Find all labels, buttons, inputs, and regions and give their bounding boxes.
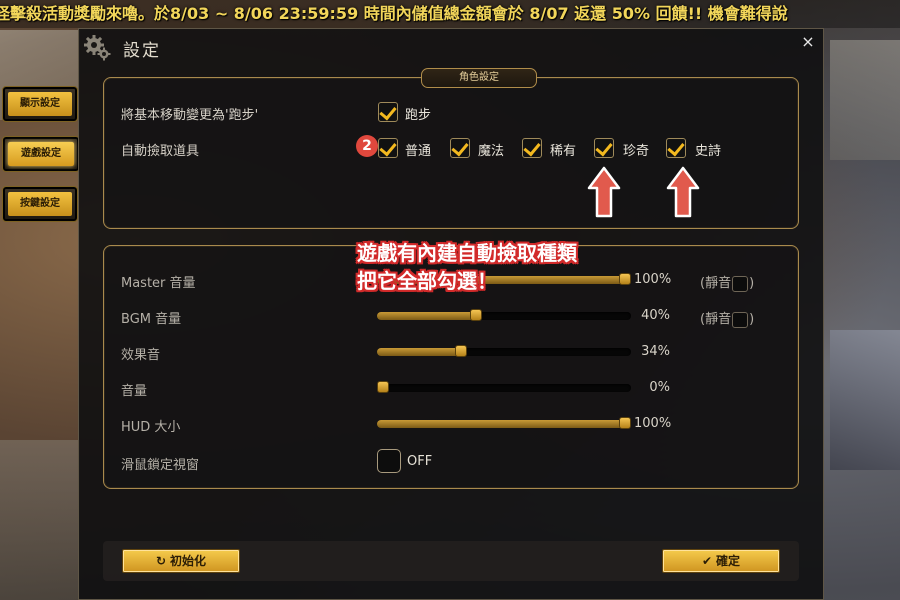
- mute-label: (靜音: [700, 276, 732, 291]
- effects-volume-label: 效果音: [121, 348, 161, 363]
- loot-magic-label: 魔法: [478, 144, 505, 159]
- walk-mode-label: 將基本移動變更為'跑步': [121, 108, 259, 123]
- mute-label: (靜音: [700, 312, 732, 327]
- master-volume-label: Master 音量: [121, 276, 196, 291]
- master-mute-toggle: (靜音): [700, 272, 754, 292]
- volume-value: 0%: [649, 380, 670, 395]
- loot-unique-checkbox[interactable]: [594, 138, 614, 158]
- mouse-lock-checkbox[interactable]: [377, 449, 401, 473]
- effects-volume-slider[interactable]: [377, 345, 631, 357]
- bgm-volume-value: 40%: [641, 308, 670, 323]
- loot-rare-label: 稀有: [550, 144, 577, 159]
- volume-slider[interactable]: [377, 381, 631, 393]
- run-checkbox[interactable]: [378, 102, 398, 122]
- hud-size-label: HUD 大小: [121, 420, 181, 435]
- loot-epic-checkbox[interactable]: [666, 138, 686, 158]
- slider-fill: [377, 348, 461, 356]
- bgm-mute-checkbox[interactable]: [732, 311, 749, 328]
- tab-key-settings[interactable]: 按鍵設定: [2, 186, 78, 222]
- annotation-line: 把它全部勾選！: [357, 269, 497, 293]
- check-mark-icon: [667, 138, 685, 157]
- window-titlebar: 設定 ×: [79, 29, 823, 63]
- slider-handle[interactable]: [377, 381, 389, 393]
- slider-fill: [377, 312, 476, 320]
- run-checkbox-label: 跑步: [405, 108, 432, 123]
- mouse-lock-state: OFF: [407, 454, 433, 469]
- loot-rare-checkbox[interactable]: [522, 138, 542, 158]
- slider-handle[interactable]: [470, 309, 482, 321]
- mouse-lock-label: 滑鼠鎖定視窗: [121, 458, 200, 473]
- confirm-button[interactable]: ✔ 確定: [662, 549, 780, 573]
- background-scenery: [0, 440, 80, 600]
- annotation-caption: 遊戲有內建自動撿取種類 把它全部勾選！: [357, 239, 577, 295]
- bgm-mute-toggle: (靜音): [700, 308, 754, 328]
- check-mark-icon: [379, 138, 397, 157]
- check-mark-icon: [379, 102, 397, 121]
- master-mute-checkbox[interactable]: [732, 275, 749, 292]
- background-scenery: [830, 40, 900, 160]
- check-mark-icon: [523, 138, 541, 157]
- announcement-marquee: 怪擊殺活動獎勵來嚕。於8/03 ~ 8/06 23:59:59 時間內儲值總金額…: [0, 0, 900, 28]
- close-icon[interactable]: ×: [799, 33, 817, 51]
- arrow-up-icon: [666, 166, 700, 218]
- mute-label-close: ): [749, 276, 755, 291]
- loot-normal-checkbox[interactable]: [378, 138, 398, 158]
- loot-unique-label: 珍奇: [623, 144, 650, 159]
- reset-button[interactable]: ↻ 初始化: [122, 549, 240, 573]
- annotation-line: 遊戲有內建自動撿取種類: [357, 241, 577, 265]
- slider-fill: [377, 420, 625, 428]
- bgm-volume-slider[interactable]: [377, 309, 631, 321]
- reset-icon: ↻: [155, 554, 167, 568]
- slider-handle[interactable]: [455, 345, 467, 357]
- slider-handle[interactable]: [619, 273, 631, 285]
- tab-label: 按鍵設定: [8, 192, 72, 216]
- confirm-button-label: 確定: [716, 554, 741, 568]
- step-number-badge: 2: [356, 135, 378, 157]
- character-settings-panel: 角色設定 將基本移動變更為'跑步' 跑步 自動撿取道具 2 普通 魔法 稀有 珍…: [103, 68, 799, 229]
- tab-game-settings[interactable]: 遊戲設定: [2, 136, 80, 172]
- announcement-text: 怪擊殺活動獎勵來嚕。於8/03 ~ 8/06 23:59:59 時間內儲值總金額…: [0, 4, 788, 23]
- slider-handle[interactable]: [619, 417, 631, 429]
- hud-size-value: 100%: [634, 416, 672, 431]
- tab-display-settings[interactable]: 顯示設定: [2, 86, 78, 122]
- background-scenery: [830, 330, 900, 470]
- loot-epic-label: 史詩: [695, 144, 722, 159]
- reset-button-label: 初始化: [170, 554, 207, 568]
- check-mark-icon: [451, 138, 469, 157]
- loot-magic-checkbox[interactable]: [450, 138, 470, 158]
- tab-label: 遊戲設定: [8, 142, 74, 166]
- settings-window: 設定 × 角色設定 將基本移動變更為'跑步' 跑步 自動撿取道具 2 普通 魔法…: [78, 28, 824, 600]
- section-header-character: 角色設定: [421, 68, 537, 88]
- tab-label: 顯示設定: [8, 92, 72, 116]
- arrow-up-icon: [587, 166, 621, 218]
- check-mark-icon: [595, 138, 613, 157]
- mute-label-close: ): [749, 312, 755, 327]
- effects-volume-value: 34%: [641, 344, 670, 359]
- auto-loot-label: 自動撿取道具: [121, 144, 200, 159]
- gear-icon: [84, 35, 111, 61]
- hud-size-slider[interactable]: [377, 417, 631, 429]
- settings-category-tabs: 顯示設定 遊戲設定 按鍵設定: [2, 86, 80, 236]
- window-footer: ↻ 初始化 ✔ 確定: [103, 541, 799, 581]
- bgm-volume-label: BGM 音量: [121, 312, 182, 327]
- check-icon: ✔: [701, 554, 713, 568]
- volume-label: 音量: [121, 384, 148, 399]
- loot-normal-label: 普通: [405, 144, 432, 159]
- window-title: 設定: [123, 41, 161, 61]
- master-volume-value: 100%: [634, 272, 672, 287]
